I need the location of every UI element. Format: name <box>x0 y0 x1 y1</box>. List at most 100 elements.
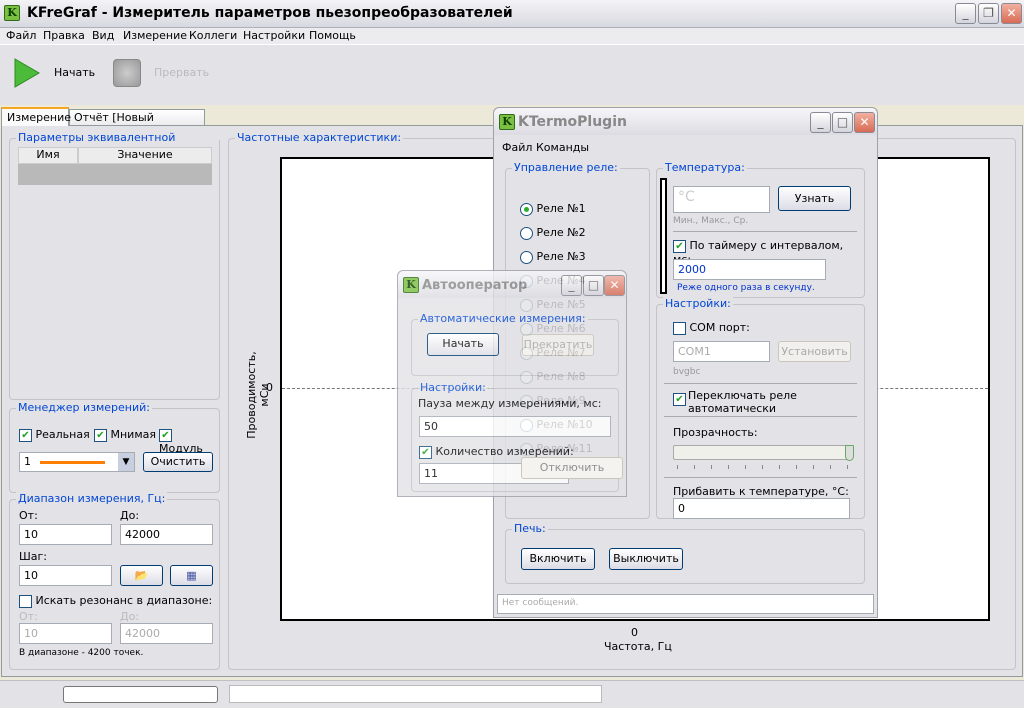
divider <box>664 383 857 384</box>
params-group: Параметры эквивалентной схемы: Имя Значе… <box>9 131 220 400</box>
auto-start-button[interactable]: Начать <box>427 333 499 356</box>
range-group: Диапазон измерения, Гц: От: До: 10 42000… <box>9 492 220 670</box>
title-bar: K KFreGraf - Измеритель параметров пьезо… <box>0 0 1024 28</box>
x-axis-label: Частота, Гц <box>604 640 672 653</box>
relay-radio-2[interactable]: Реле №2 <box>520 226 586 240</box>
close-button[interactable]: ✕ <box>604 275 625 296</box>
maximize-button[interactable]: □ <box>832 112 853 133</box>
real-checkbox[interactable]: ✔ Реальная <box>19 428 90 442</box>
toolbar: Начать Прервать <box>0 45 1024 105</box>
modulus-checkbox[interactable]: ✔ Модуль <box>159 428 219 455</box>
menu-help[interactable]: Помощь <box>309 29 356 42</box>
com-note: bvgbc <box>673 367 701 377</box>
save-icon: ▦ <box>186 569 197 582</box>
status-bar <box>0 680 1024 708</box>
set-com-button[interactable]: Установить <box>778 341 851 362</box>
step-label: Шаг: <box>19 550 47 563</box>
res-from-input[interactable]: 10 <box>19 623 112 644</box>
auto-title: Автооператор <box>422 278 528 293</box>
progress-bar <box>63 686 218 703</box>
auto-stop-button[interactable]: Прекратить <box>522 334 594 356</box>
divider <box>673 231 857 232</box>
ktermo-menu-commands[interactable]: Команды <box>536 141 589 154</box>
col-name[interactable]: Имя <box>18 147 78 164</box>
ktermo-title-bar: K KTermoPlugin _ □ ✕ <box>494 108 877 135</box>
tab-report[interactable]: Отчёт [Новый отчёт.txt] <box>69 109 205 137</box>
add-temp-label: Прибавить к температуре, °C: <box>673 485 849 498</box>
abort-button[interactable]: Прервать <box>154 66 209 79</box>
com-checkbox[interactable]: COM порт: <box>673 321 750 335</box>
app-icon: K <box>403 277 419 293</box>
chevron-down-icon[interactable]: ▼ <box>118 453 134 471</box>
from-input[interactable]: 10 <box>19 524 112 545</box>
auto-measure-group: Автоматические измерения: Начать Прекрат… <box>411 312 619 376</box>
ktermo-title: KTermoPlugin <box>518 114 627 130</box>
step-input[interactable]: 10 <box>19 565 112 586</box>
clear-button[interactable]: Очистить <box>143 452 213 472</box>
menu-edit[interactable]: Правка <box>43 29 85 42</box>
stop-icon[interactable] <box>113 59 141 87</box>
message-field: Нет сообщений. <box>497 594 874 614</box>
menu-measure[interactable]: Измерение <box>123 29 187 42</box>
imag-checkbox[interactable]: ✔ Мнимая <box>94 428 156 442</box>
interval-input[interactable]: 2000 <box>673 259 826 280</box>
res-to-label: До: <box>120 610 140 623</box>
manager-group: Менеджер измерений: ✔ Реальная ✔ Мнимая … <box>9 401 220 493</box>
maximize-button[interactable]: □ <box>583 275 604 296</box>
temperature-bar <box>660 178 667 294</box>
resonance-checkbox[interactable]: Искать резонанс в диапазоне: <box>19 594 212 608</box>
slider-thumb[interactable] <box>845 445 854 461</box>
start-button[interactable]: Начать <box>54 66 95 79</box>
folder-icon: 📂 <box>134 569 149 582</box>
params-table: Имя Значение <box>18 147 212 185</box>
open-folder-button[interactable]: 📂 <box>120 565 163 586</box>
minmax-label: Мин., Макс., Ср. <box>673 216 749 226</box>
relay-disable-button[interactable]: Отключить <box>521 457 623 479</box>
maximize-button[interactable]: ❐ <box>978 3 999 24</box>
relay-radio-3[interactable]: Реле №3 <box>520 250 586 264</box>
window-title: KFreGraf - Измеритель параметров пьезопр… <box>27 5 513 21</box>
status-text <box>229 685 602 703</box>
minimize-button[interactable]: _ <box>810 112 831 133</box>
play-icon[interactable] <box>13 57 41 89</box>
y-axis-label: Проводимость, мСи <box>245 351 271 439</box>
close-button[interactable]: ✕ <box>1001 3 1022 24</box>
relay-radio-1[interactable]: Реле №1 <box>520 202 586 216</box>
divider <box>664 477 857 478</box>
query-button[interactable]: Узнать <box>778 186 851 211</box>
add-temp-input[interactable]: 0 <box>673 498 850 519</box>
opacity-slider[interactable] <box>673 445 854 461</box>
slider-ticks <box>677 465 849 469</box>
to-input[interactable]: 42000 <box>120 524 213 545</box>
settings-group: Настройки: COM порт: COM1 Установить bvg… <box>656 297 865 519</box>
col-value[interactable]: Значение <box>78 147 212 164</box>
app-icon: K <box>4 5 20 21</box>
table-row[interactable] <box>18 164 212 185</box>
menu-file[interactable]: Файл <box>6 29 36 42</box>
radio-icon <box>520 202 533 216</box>
com-input[interactable]: COM1 <box>673 341 770 362</box>
auto-switch-checkbox[interactable]: ✔ Переключать реле автоматически <box>673 389 853 415</box>
ktermo-menu-file[interactable]: Файл <box>502 141 532 154</box>
auto-title-bar: K Автооператор _ □ ✕ <box>398 271 626 298</box>
menu-view[interactable]: Вид <box>92 29 114 42</box>
oven-off-button[interactable]: Выключить <box>609 548 683 570</box>
minimize-button[interactable]: _ <box>955 3 976 24</box>
points-info: В диапазоне - 4200 точек. <box>19 648 144 658</box>
tab-measure[interactable]: Измерение <box>1 107 71 126</box>
pause-input[interactable]: 50 <box>419 416 611 437</box>
opacity-label: Прозрачность: <box>673 426 758 439</box>
menu-colleagues[interactable]: Коллеги <box>189 29 237 42</box>
temperature-group: Температура: °C Узнать Мин., Макс., Ср. … <box>656 161 865 298</box>
app-icon: K <box>499 114 515 130</box>
minimize-button[interactable]: _ <box>561 275 582 296</box>
series-color-line <box>40 461 105 464</box>
series-select[interactable]: 1 ▼ <box>19 452 135 472</box>
menu-bar: Файл Правка Вид Измерение Коллеги Настро… <box>0 28 1024 45</box>
save-button[interactable]: ▦ <box>170 565 213 586</box>
res-to-input[interactable]: 42000 <box>120 623 213 644</box>
oven-on-button[interactable]: Включить <box>521 548 595 570</box>
menu-settings[interactable]: Настройки <box>243 29 305 42</box>
close-button[interactable]: ✕ <box>854 112 875 133</box>
res-from-label: От: <box>19 610 38 623</box>
